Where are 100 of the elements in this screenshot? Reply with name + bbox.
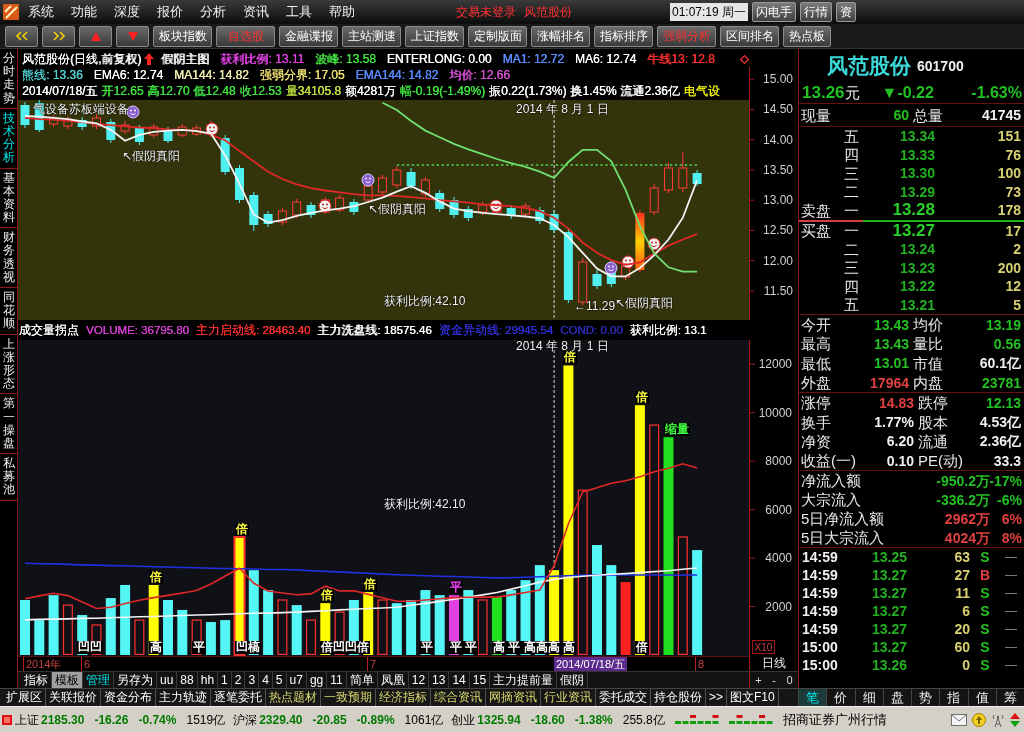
change-percent: -1.63% <box>971 83 1022 103</box>
toolbar-button[interactable]: 主站测速 <box>342 25 401 47</box>
toolbar-button[interactable]: 板块指数 <box>153 25 212 47</box>
stat-label: 现量 <box>801 106 831 124</box>
bid-volume: 12 <box>1005 278 1021 295</box>
chart-annotation: ↖假阴真阳 <box>615 297 674 310</box>
up-down-arrows-icon[interactable] <box>1010 712 1020 727</box>
index-name[interactable]: 创业 <box>451 712 476 727</box>
menu-item[interactable]: 资讯 <box>234 1 277 23</box>
menu-item[interactable]: 帮助 <box>320 1 363 23</box>
side-tab[interactable]: 基本资料 <box>0 168 17 229</box>
flow-percent: 6% <box>1001 510 1022 527</box>
menu-button[interactable]: 闪电手 <box>752 2 797 22</box>
scroll-right-button[interactable] <box>42 25 75 47</box>
volume-bar <box>163 600 173 655</box>
menu-item[interactable]: 分析 <box>191 1 234 23</box>
bid-price: 13.21 <box>899 296 935 313</box>
trade-status: — <box>1005 568 1017 583</box>
date-label: 2014/07/18/五 <box>554 657 628 671</box>
chart-annotation: 获利比例:42.10 <box>384 498 466 511</box>
menu-button[interactable]: 资 <box>836 2 857 22</box>
indicator-readout: 波峰: 13.58 <box>315 51 376 67</box>
side-tab[interactable]: 第一操盘 <box>0 394 17 455</box>
toolbar-button[interactable]: 热点板 <box>783 25 831 47</box>
ask-volume: 100 <box>997 165 1021 182</box>
volume-bar <box>434 595 445 655</box>
toolbar-button[interactable]: 金融谍报 <box>279 25 338 47</box>
index-name[interactable]: 沪深 <box>233 712 258 727</box>
indicator-readout: MA6: 12.74 <box>574 51 637 67</box>
indicator-readout: 量34105.8 <box>285 83 341 99</box>
zoom-button[interactable]: 0 <box>783 672 796 688</box>
ask-price: 13.28 <box>892 201 935 220</box>
axis-label: 12.50 <box>762 223 793 238</box>
indicator-readout: 均价: 12.66 <box>449 67 510 83</box>
scale-badge: X10 <box>752 640 775 654</box>
flow-label: 5日净流入额 <box>801 510 885 528</box>
bid-price: 13.27 <box>892 221 935 240</box>
candlestick <box>77 116 87 131</box>
trade-side: S <box>980 585 990 602</box>
zoom-button[interactable]: - <box>769 672 779 688</box>
antenna-icon[interactable] <box>991 712 1005 727</box>
quote-tab[interactable]: 笔 <box>798 689 827 706</box>
mail-icon[interactable] <box>951 713 967 726</box>
indicator-readout: 低12.48 <box>193 83 236 99</box>
side-tab[interactable]: 财务透视 <box>0 228 17 288</box>
status-notice: 风范股份 <box>524 4 572 21</box>
zoom-button[interactable]: + <box>752 672 765 688</box>
trade-volume: 20 <box>954 621 970 638</box>
order-rank: 三 <box>843 164 859 182</box>
coin-icon[interactable] <box>972 712 986 727</box>
indicator-tab[interactable]: 模板 <box>52 672 83 688</box>
toolbar-button[interactable]: 区间排名 <box>720 25 779 47</box>
signal-label: 凹槁 <box>234 641 261 654</box>
scroll-left-button[interactable] <box>5 25 38 47</box>
smiley-marker-icon <box>647 237 661 251</box>
side-tab[interactable]: 技术分析 <box>0 108 17 169</box>
signal-label: 倍 <box>563 351 578 365</box>
candlestick <box>92 113 101 130</box>
bid-volume: 2 <box>1013 241 1021 258</box>
index-name[interactable]: 上证 <box>15 712 39 727</box>
side-tab[interactable]: 分时走势 <box>0 49 17 109</box>
arrow-up-icon <box>144 53 155 65</box>
stat-value: 4.53亿 <box>979 414 1021 431</box>
stat-label: 今开 <box>801 316 831 334</box>
volume-bar <box>377 599 388 655</box>
candlestick <box>692 169 702 187</box>
signal-label: 凹凹 <box>77 641 104 654</box>
toolbar-button[interactable]: 定制版面 <box>468 25 527 47</box>
candlestick <box>420 176 430 198</box>
toolbar-button[interactable]: 指标排序 <box>594 25 653 47</box>
app-logo-icon[interactable] <box>3 4 19 20</box>
menu-item[interactable]: 深度 <box>105 1 148 23</box>
menu-item[interactable]: 系统 <box>19 1 62 23</box>
menu-button[interactable]: 行情 <box>800 2 833 22</box>
side-tab[interactable]: 同花顺 <box>0 288 17 335</box>
chart-annotation: 2014 年 8 月 1 日 <box>516 103 609 116</box>
trade-price: 13.25 <box>871 549 907 566</box>
trade-status: — <box>1005 622 1017 637</box>
flow-amount: -336.2万 <box>936 491 990 508</box>
indicator-readout: 电气设 <box>683 83 720 99</box>
menu-item[interactable]: 工具 <box>277 1 320 23</box>
toolbar-button[interactable]: 上证指数 <box>405 25 464 47</box>
down-button[interactable] <box>116 25 149 47</box>
ask-volume: 178 <box>997 202 1021 219</box>
flow-label: 净流入额 <box>801 472 862 490</box>
candlestick <box>120 120 130 135</box>
menu-item[interactable]: 功能 <box>62 1 105 23</box>
trade-side: B <box>979 567 991 584</box>
trade-time: 14:59 <box>802 621 839 638</box>
menu-item[interactable]: 报价 <box>148 1 191 23</box>
trade-volume: 27 <box>954 567 970 584</box>
side-tab[interactable]: 上涨形态 <box>0 334 17 395</box>
indicator-readout: 幅-0.19(-1.49%) <box>399 83 485 99</box>
indicator-readout: 资金异动线: 29945.54 <box>438 322 553 338</box>
trade-side: S <box>980 549 990 566</box>
up-button[interactable] <box>79 25 112 47</box>
toolbar-button[interactable]: 涨幅排名 <box>531 25 590 47</box>
order-rank: 二 <box>843 183 859 201</box>
side-tab[interactable]: 私募池 <box>0 454 17 501</box>
smiley-marker-icon <box>126 105 140 119</box>
